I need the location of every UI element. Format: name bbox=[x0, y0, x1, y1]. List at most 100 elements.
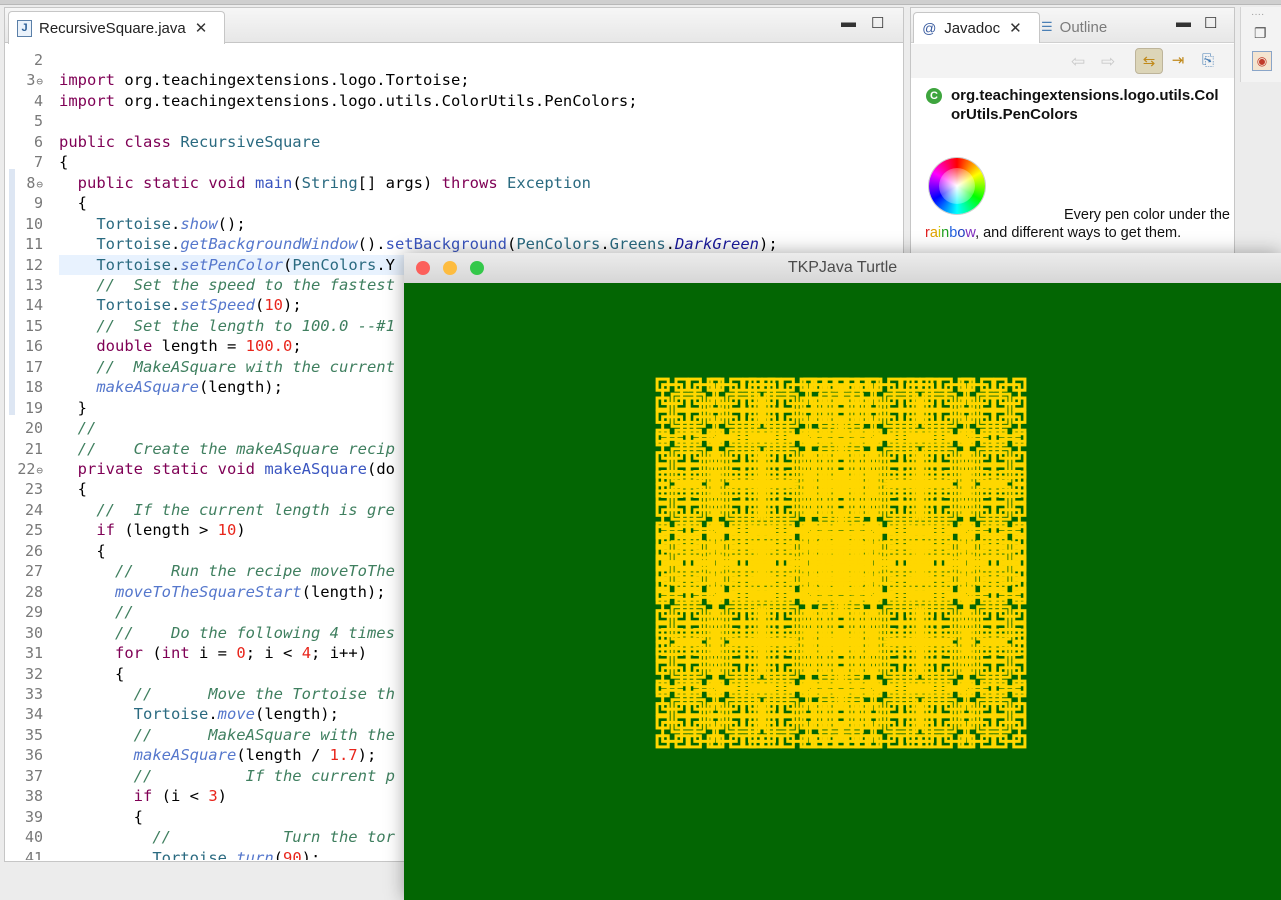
line-number: 38 bbox=[24, 787, 43, 806]
turtle-window-title: TKPJava Turtle bbox=[787, 259, 898, 276]
line-number: 19 bbox=[24, 398, 43, 417]
line-number: 37 bbox=[24, 766, 43, 785]
code-text: Tortoise.getBackgroundWindow().setBackgr… bbox=[96, 235, 778, 254]
line-number: 39 bbox=[24, 807, 43, 826]
code-line[interactable]: 4 import org.teachingextensions.logo.util… bbox=[5, 91, 903, 111]
line-number: 28 bbox=[24, 582, 43, 601]
code-text: if (length > 10) bbox=[96, 521, 246, 540]
maximize-icon[interactable]: ☐ bbox=[871, 14, 884, 32]
code-line[interactable]: 3⊖ import org.teachingextensions.logo.Tor… bbox=[5, 70, 903, 90]
javadoc-view-icon[interactable]: ◉ bbox=[1252, 51, 1272, 71]
code-text: public static void main(String[] args) t… bbox=[77, 173, 592, 192]
code-text: if (i < 3) bbox=[133, 787, 228, 806]
fold-icon[interactable]: ⊖ bbox=[36, 464, 43, 477]
restore-icon[interactable]: ❐ bbox=[1254, 25, 1267, 42]
code-line[interactable]: 7{ bbox=[5, 152, 903, 172]
tab-javadoc-label: Javadoc bbox=[944, 19, 1001, 37]
link-with-selection-button[interactable]: ⇆ bbox=[1135, 48, 1163, 74]
code-line[interactable]: 11 Tortoise.getBackgroundWindow().setBac… bbox=[5, 234, 903, 254]
status-area bbox=[0, 862, 404, 900]
code-line[interactable]: 10 Tortoise.show(); bbox=[5, 214, 903, 234]
code-text: makeASquare(length / 1.7); bbox=[133, 746, 377, 765]
view-tab-bar: @ Javadoc ✕ ☰ Outline ▬ ☐ bbox=[911, 8, 1234, 43]
line-number: 18 bbox=[24, 378, 43, 397]
open-browser-button[interactable]: ⎘ bbox=[1195, 48, 1221, 72]
code-text: Tortoise.move(length); bbox=[133, 705, 339, 724]
line-number: 2 bbox=[33, 51, 43, 69]
code-text: private static void makeASquare(do bbox=[77, 460, 395, 478]
code-text: { bbox=[59, 541, 106, 560]
code-text: { bbox=[59, 664, 125, 683]
code-text: } bbox=[59, 398, 87, 417]
at-icon: @ bbox=[922, 20, 937, 36]
minimize-icon[interactable]: ▬ bbox=[841, 14, 856, 31]
line-number: 13 bbox=[24, 275, 43, 294]
code-text: // If the current p bbox=[133, 766, 395, 785]
code-text: // MakeASquare with the current bbox=[96, 357, 395, 376]
line-number: 30 bbox=[24, 623, 43, 642]
code-text: { bbox=[59, 153, 69, 172]
code-text: // If the current length is gre bbox=[96, 500, 395, 519]
code-text: Tortoise.show(); bbox=[96, 214, 246, 233]
minimize-icon[interactable]: ▬ bbox=[1176, 14, 1191, 31]
line-number: 23 bbox=[24, 480, 43, 499]
back-arrow-icon[interactable]: ⇦ bbox=[1071, 52, 1085, 72]
line-number: 10 bbox=[24, 214, 43, 233]
code-text: // bbox=[115, 603, 134, 622]
line-number: 14 bbox=[24, 296, 43, 315]
line-number: 20 bbox=[24, 419, 43, 438]
forward-arrow-icon[interactable]: ⇨ bbox=[1101, 52, 1115, 72]
code-text: import org.teachingextensions.logo.utils… bbox=[59, 91, 638, 110]
turtle-canvas bbox=[404, 283, 1281, 900]
code-text: // Create the makeASquare recip bbox=[77, 439, 395, 458]
code-line[interactable]: 9 { bbox=[5, 193, 903, 213]
line-number: 27 bbox=[24, 562, 43, 581]
recursive-square-fractal bbox=[655, 377, 1027, 749]
turtle-title-bar[interactable]: TKPJava Turtle bbox=[404, 253, 1281, 284]
maximize-icon[interactable]: ☐ bbox=[1204, 14, 1217, 32]
line-number: 25 bbox=[24, 521, 43, 540]
line-number: 7 bbox=[33, 153, 43, 172]
line-number: 11 bbox=[24, 235, 43, 254]
editor-tab-recursivesquare[interactable]: J RecursiveSquare.java ✕ bbox=[8, 11, 225, 44]
line-number: 40 bbox=[24, 828, 43, 847]
line-number: 17 bbox=[24, 357, 43, 376]
rainbow-word: rainbow bbox=[925, 225, 976, 241]
code-line[interactable]: 2 bbox=[5, 50, 903, 70]
open-declaration-button[interactable]: ⇥ bbox=[1165, 48, 1191, 72]
tab-javadoc[interactable]: @ Javadoc ✕ bbox=[913, 12, 1040, 43]
description-text: Every pen color under the bbox=[1063, 207, 1230, 223]
code-text: { bbox=[59, 194, 87, 213]
close-icon[interactable]: ✕ bbox=[1009, 19, 1022, 37]
code-text: for (int i = 0; i < 4; i++) bbox=[115, 644, 368, 663]
line-number: 12 bbox=[24, 255, 43, 274]
turtle-window[interactable]: TKPJava Turtle bbox=[404, 253, 1281, 900]
code-text: double length = 100.0; bbox=[96, 337, 302, 356]
description-line-1: Every pen color under the bbox=[925, 206, 1230, 224]
line-number: 32 bbox=[24, 664, 43, 683]
line-number: 26 bbox=[24, 541, 43, 560]
line-number: 35 bbox=[24, 725, 43, 744]
line-number: 4 bbox=[33, 91, 43, 110]
code-text: // Move the Tortoise th bbox=[133, 684, 395, 703]
code-text: import org.teachingextensions.logo.Torto… bbox=[59, 71, 470, 90]
fold-icon[interactable]: ⊖ bbox=[36, 75, 43, 88]
code-text: // bbox=[77, 419, 97, 438]
editor-tab-bar: J RecursiveSquare.java ✕ ▬ ☐ bbox=[5, 8, 903, 44]
code-text: Tortoise.setSpeed(10); bbox=[96, 296, 302, 315]
code-text: // Set the speed to the fastest bbox=[96, 275, 395, 294]
code-text: moveToTheSquareStart(length); bbox=[115, 582, 386, 601]
line-number: 31 bbox=[24, 644, 43, 663]
javadoc-view: @ Javadoc ✕ ☰ Outline ▬ ☐ ⇦ ⇨ ⇆ ⇥ ⎘ C or… bbox=[910, 7, 1235, 262]
code-line[interactable]: 5 bbox=[5, 111, 903, 131]
class-name: org.teachingextensions.logo.utils.ColorU… bbox=[951, 87, 1219, 123]
class-icon: C bbox=[926, 88, 942, 104]
close-icon[interactable]: ✕ bbox=[195, 19, 208, 37]
fold-icon[interactable]: ⊖ bbox=[36, 178, 43, 191]
code-line[interactable]: 6 public class RecursiveSquare bbox=[5, 132, 903, 152]
code-text: { bbox=[59, 807, 143, 826]
code-text: makeASquare(length); bbox=[96, 378, 283, 397]
code-line[interactable]: 8⊖ public static void main(String[] args… bbox=[5, 173, 903, 193]
tab-outline[interactable]: ☰ Outline bbox=[1041, 12, 1107, 42]
code-text: // Set the length to 100.0 --#1 bbox=[96, 316, 395, 335]
